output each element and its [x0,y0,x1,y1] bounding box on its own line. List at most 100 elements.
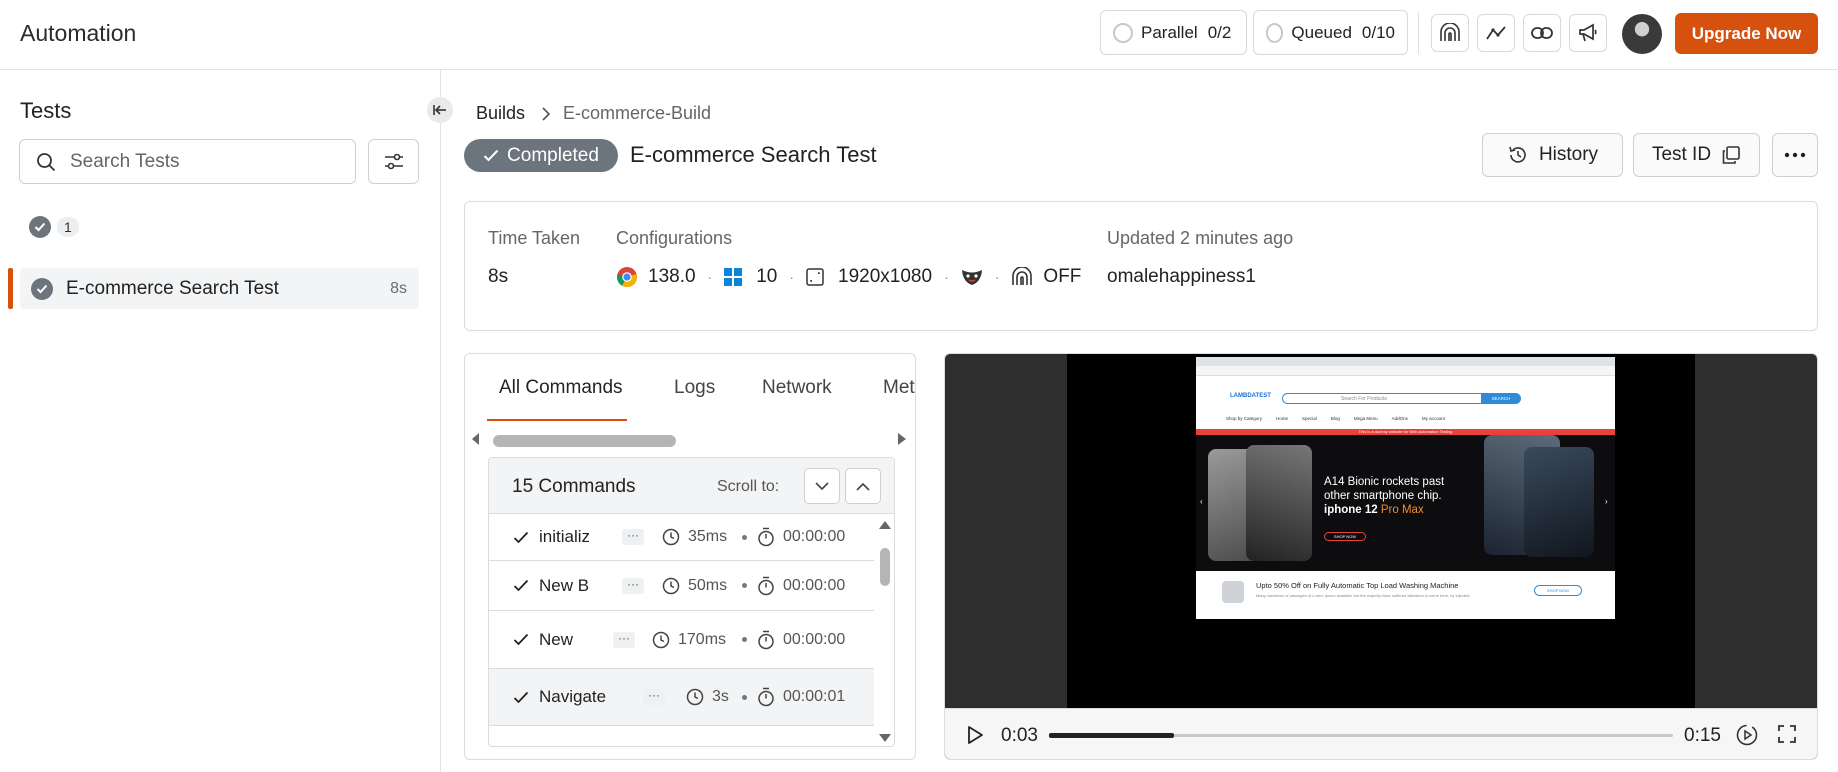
command-row[interactable]: initializ ··· 35ms 00:00:00 [489,514,874,561]
filter-button[interactable] [368,139,419,184]
command-row[interactable]: New B ··· 50ms 00:00:00 [489,561,874,611]
scroll-right-arrow-icon[interactable] [898,433,906,445]
commands-count: 15 Commands [512,476,636,497]
chevron-up-icon [856,482,870,491]
upgrade-now-button[interactable]: Upgrade Now [1675,13,1818,54]
configurations-label: Configurations [616,228,733,248]
check-circle-icon [29,216,51,238]
mini-site-nav: Shop by Category Home Special Blog Mega … [1226,416,1445,421]
playback-speed-icon[interactable] [1735,723,1759,747]
browser-version: 138.0 [648,266,696,287]
queued-indicator[interactable]: Queued 0/10 [1253,10,1408,55]
command-duration-text: 3s [712,688,729,705]
command-duration: 170ms [652,631,726,649]
mini-hero-banner: A14 Bionic rockets past other smartphone… [1196,435,1615,571]
top-header: Automation Parallel 0/2 Queued 0/10 Upgr… [0,0,1838,70]
test-id-copy-button[interactable]: Test ID [1633,133,1760,177]
breadcrumb-builds-link[interactable]: Builds [476,103,525,124]
scroll-up-arrow-icon[interactable] [879,521,891,529]
search-tests-input[interactable]: Search Tests [19,139,356,184]
link-button[interactable] [1523,14,1561,52]
chevron-down-icon [815,481,829,490]
command-timestamp-text: 00:00:00 [783,576,846,594]
video-seek-bar[interactable] [1049,733,1673,738]
user-avatar[interactable] [1622,14,1662,54]
queued-ring-icon [1266,22,1284,43]
test-info-card: Time Taken 8s Configurations 138.0 · 10 … [464,201,1818,331]
play-icon[interactable] [965,724,985,746]
tab-network[interactable]: Network [762,377,832,399]
tab-all-commands[interactable]: All Commands [499,377,623,399]
chrome-icon [617,267,637,287]
command-name: New [539,629,574,649]
commands-vertical-scrollbar[interactable] [874,514,894,746]
parallel-label: Parallel [1141,22,1198,42]
mini-washer-image [1222,581,1244,603]
parallel-ring-icon [1113,22,1133,43]
scroll-down-button[interactable] [804,468,840,504]
status-badge-label: Completed [507,144,599,166]
tunnel-button[interactable] [1431,14,1469,52]
collapse-sidebar-button[interactable] [427,97,453,123]
parallel-count: 0/2 [1207,22,1232,42]
scroll-down-arrow-icon[interactable] [879,734,891,742]
mini-nav-item: Blog [1330,416,1340,421]
command-duration-text: 35ms [688,528,728,545]
command-more-icon[interactable]: ··· [643,689,665,705]
history-icon [1509,146,1526,163]
command-timestamp: 00:00:00 [757,527,845,547]
clock-icon [662,528,680,546]
command-row[interactable]: Navigate ··· 3s 00:00:01 [489,669,874,726]
breadcrumb: Builds E-commerce-Build [476,103,711,124]
video-duration: 0:15 [1684,725,1721,746]
announcement-icon [1579,23,1597,42]
test-duration: 8s [390,279,407,297]
mini-nav-item: Home [1276,416,1289,421]
mini-hero-line: other smartphone chip. [1324,490,1442,502]
mini-phone-image [1524,447,1594,557]
scroll-left-arrow-icon[interactable] [472,433,480,445]
mini-hero-text: A14 Bionic rockets past other smartphone… [1324,475,1444,517]
resolution-icon [806,268,824,286]
mini-site-search-button: SEARCH [1481,393,1521,404]
announcement-button[interactable] [1569,14,1607,52]
status-filter-passed[interactable]: 1 [29,216,79,238]
check-icon [483,149,499,162]
search-icon [37,152,56,171]
command-row[interactable]: New ··· 170ms 00:00:00 [489,611,874,669]
analytics-button[interactable] [1477,14,1515,52]
command-timestamp: 00:00:01 [757,687,845,707]
scroll-to-label: Scroll to: [717,478,780,495]
active-tab-indicator [487,419,627,421]
mini-phone-image [1246,445,1312,561]
command-duration: 3s [686,688,729,706]
mini-nav-item: Shop by Category [1226,416,1263,421]
header-divider [1418,12,1419,54]
commands-scroll-thumb[interactable] [880,548,890,586]
video-frame[interactable]: LAMBDATEST Search For Products SEARCH Sh… [1067,354,1695,708]
command-more-icon[interactable]: ··· [613,631,635,648]
check-icon [513,579,529,592]
tab-metadata[interactable]: Met [883,377,915,399]
more-options-button[interactable] [1772,133,1818,177]
mini-browser-addressbar [1196,366,1615,376]
recorded-webpage-frame: LAMBDATEST Search For Products SEARCH Sh… [1196,357,1615,619]
fullscreen-icon[interactable] [1777,724,1797,744]
tabs-scroll-thumb[interactable] [493,435,676,447]
test-list-item[interactable]: E-commerce Search Test 8s [20,268,419,309]
selenium-mask-icon [961,270,982,285]
analytics-icon [1486,26,1506,40]
commands-list-box: 15 Commands Scroll to: initializ ··· 35m… [488,457,895,747]
scroll-up-button[interactable] [845,468,881,504]
copy-icon [1722,146,1740,164]
command-more-icon[interactable]: ··· [622,577,644,594]
command-duration-text: 50ms [688,576,728,594]
command-name: New B [539,575,589,595]
test-id-label: Test ID [1651,144,1712,165]
command-more-icon[interactable]: ··· [622,529,644,545]
history-button[interactable]: History [1482,133,1623,177]
tab-logs[interactable]: Logs [674,377,715,399]
breadcrumb-current: E-commerce-Build [563,103,712,123]
parallel-indicator[interactable]: Parallel 0/2 [1100,10,1247,55]
check-icon [513,531,529,543]
